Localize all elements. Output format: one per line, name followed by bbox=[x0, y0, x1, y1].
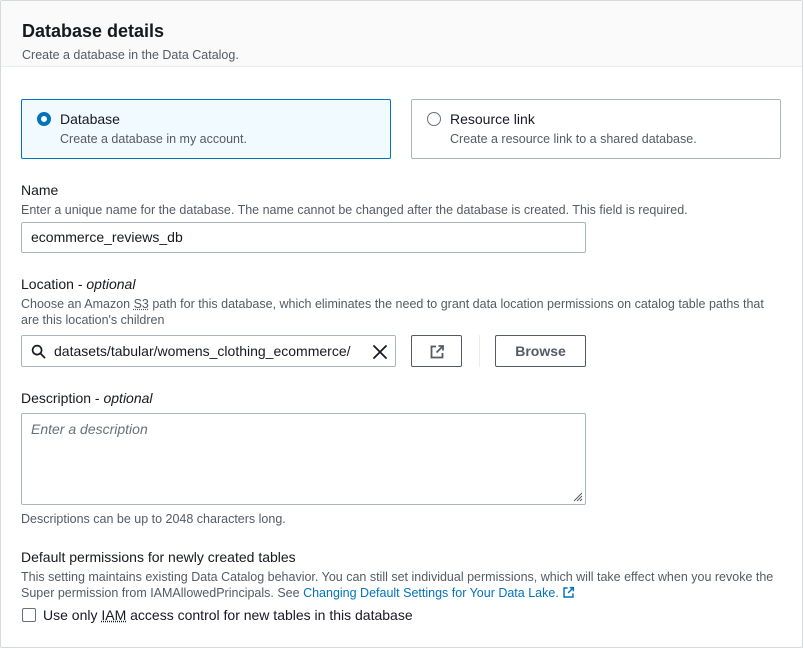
iam-only-checkbox[interactable] bbox=[22, 608, 36, 622]
name-input[interactable]: ecommerce_reviews_db bbox=[21, 222, 586, 253]
permissions-title: Default permissions for newly created ta… bbox=[21, 549, 296, 565]
location-search-input[interactable]: datasets/tabular/womens_clothing_ecommer… bbox=[21, 335, 396, 367]
external-link-icon bbox=[430, 345, 444, 359]
location-hint-s3: S3 bbox=[133, 297, 149, 311]
iam-label-before: Use only bbox=[43, 607, 102, 623]
search-icon bbox=[31, 344, 46, 359]
description-hint: Descriptions can be up to 2048 character… bbox=[21, 512, 286, 526]
tile-database-label: Database bbox=[60, 111, 120, 127]
panel-header: Database details Create a database in th… bbox=[1, 1, 802, 67]
iam-label-after: access control for new tables in this da… bbox=[126, 607, 413, 623]
tile-database[interactable]: Database Create a database in my account… bbox=[21, 99, 391, 159]
clear-icon[interactable] bbox=[372, 344, 388, 360]
permissions-hint: This setting maintains existing Data Cat… bbox=[21, 569, 781, 601]
default-settings-link[interactable]: Changing Default Settings for Your Data … bbox=[303, 586, 559, 600]
tile-resource-link[interactable]: Resource link Create a resource link to … bbox=[411, 99, 781, 159]
location-label: Location - optional bbox=[21, 276, 136, 292]
browse-button[interactable]: Browse bbox=[495, 335, 586, 367]
panel-title: Database details bbox=[22, 21, 165, 41]
location-label-text: Location bbox=[21, 276, 74, 292]
location-hint: Choose an Amazon S3 path for this databa… bbox=[21, 296, 781, 328]
tile-resource-link-label: Resource link bbox=[450, 111, 535, 127]
description-textarea[interactable]: Enter a description bbox=[21, 413, 586, 505]
button-divider bbox=[479, 335, 480, 367]
location-optional: optional bbox=[86, 276, 136, 292]
iam-only-label[interactable]: Use only IAM access control for new tabl… bbox=[43, 607, 413, 623]
open-location-button[interactable] bbox=[411, 335, 462, 367]
name-hint: Enter a unique name for the database. Th… bbox=[21, 203, 688, 217]
database-radio[interactable] bbox=[37, 112, 51, 126]
location-value: datasets/tabular/womens_clothing_ecommer… bbox=[54, 343, 351, 359]
external-link-icon[interactable] bbox=[562, 586, 575, 599]
tile-resource-link-description: Create a resource link to a shared datab… bbox=[450, 132, 697, 146]
description-placeholder: Enter a description bbox=[31, 421, 148, 437]
panel-subtitle: Create a database in the Data Catalog. bbox=[22, 48, 239, 62]
name-label: Name bbox=[21, 182, 59, 198]
description-optional: optional bbox=[103, 390, 153, 406]
location-hint-before: Choose an Amazon bbox=[21, 297, 134, 311]
resource-link-radio[interactable] bbox=[427, 112, 441, 126]
description-label: Description - optional bbox=[21, 390, 153, 406]
iam-label-iam: IAM bbox=[101, 607, 127, 623]
description-label-text: Description bbox=[21, 390, 92, 406]
resize-grip-icon[interactable] bbox=[571, 490, 583, 502]
tile-database-description: Create a database in my account. bbox=[60, 132, 247, 146]
